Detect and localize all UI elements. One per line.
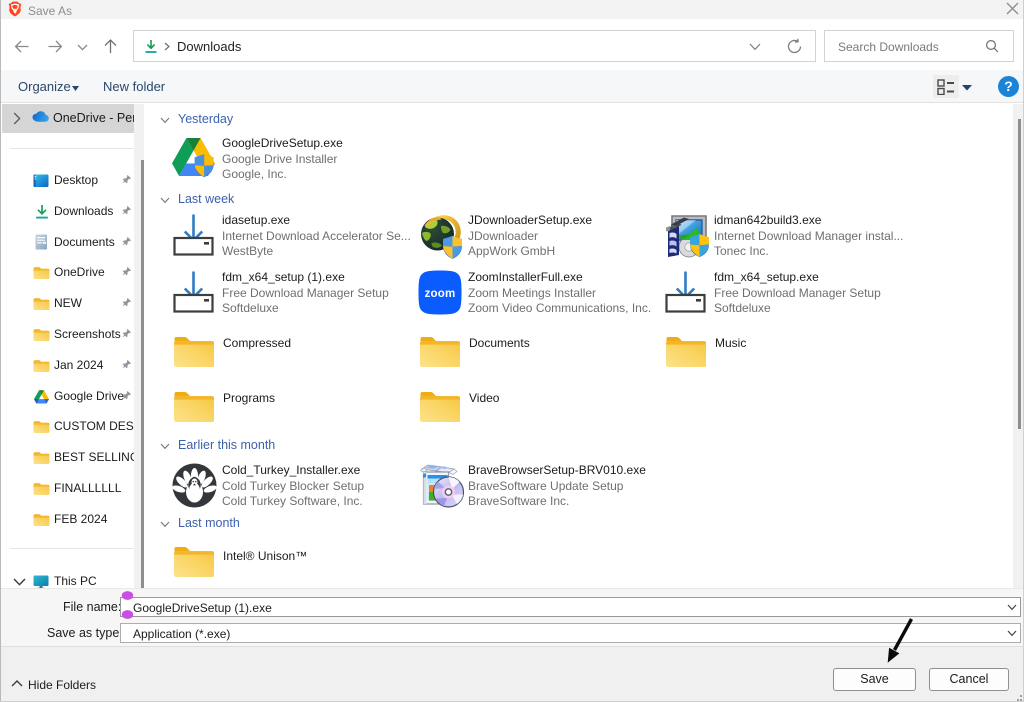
svg-text:zoom: zoom [425,288,456,300]
